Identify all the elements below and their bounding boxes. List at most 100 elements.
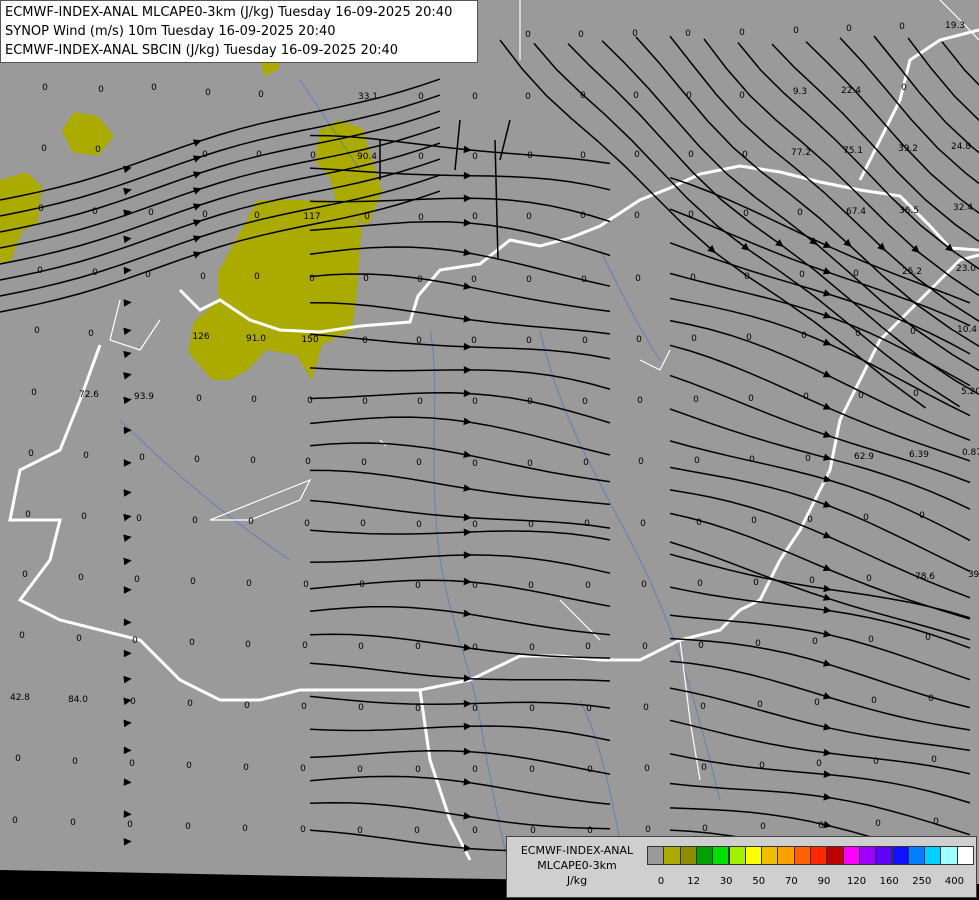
value-label: 0 bbox=[640, 519, 646, 529]
legend-swatch bbox=[647, 846, 665, 865]
value-label: 0 bbox=[248, 517, 254, 527]
value-label: 75.1 bbox=[843, 146, 863, 156]
value-label: 0 bbox=[76, 634, 82, 644]
value-label: 0 bbox=[189, 638, 195, 648]
value-label: 0 bbox=[416, 520, 422, 530]
value-label: 0 bbox=[809, 576, 815, 586]
value-label: 150 bbox=[301, 335, 318, 345]
value-label: 6.39 bbox=[909, 450, 929, 460]
value-label: 0 bbox=[472, 520, 478, 530]
value-label: 0 bbox=[363, 274, 369, 284]
value-label: 0 bbox=[418, 92, 424, 102]
value-label: 0 bbox=[92, 207, 98, 217]
legend-swatch bbox=[744, 846, 763, 865]
value-label: 0 bbox=[633, 91, 639, 101]
value-label: 0 bbox=[632, 29, 638, 39]
value-label: 0 bbox=[132, 636, 138, 646]
value-label: 0 bbox=[242, 824, 248, 834]
value-label: 0 bbox=[688, 210, 694, 220]
value-label: 25.2 bbox=[902, 267, 922, 277]
value-label: 0 bbox=[578, 30, 584, 40]
value-label: 24.8 bbox=[951, 142, 971, 152]
legend-tick-label: 12 bbox=[687, 876, 700, 887]
value-label: 0 bbox=[757, 700, 763, 710]
value-label: 0 bbox=[134, 575, 140, 585]
value-label: 0 bbox=[691, 334, 697, 344]
value-label: 0 bbox=[300, 764, 306, 774]
value-label: 93.9 bbox=[134, 392, 154, 402]
value-label: 0 bbox=[526, 275, 532, 285]
value-label: 0 bbox=[42, 83, 48, 93]
value-label: 0 bbox=[807, 515, 813, 525]
value-label: 23.0 bbox=[956, 264, 976, 274]
legend-swatch bbox=[761, 846, 779, 865]
value-label: 0 bbox=[641, 580, 647, 590]
value-label: 0 bbox=[472, 152, 478, 162]
value-label: 0 bbox=[243, 763, 249, 773]
value-label: 0 bbox=[415, 581, 421, 591]
value-label: 0 bbox=[586, 704, 592, 714]
value-label: 0 bbox=[130, 697, 136, 707]
value-label: 0 bbox=[139, 453, 145, 463]
value-label: 0 bbox=[361, 458, 367, 468]
value-label: 0 bbox=[194, 455, 200, 465]
value-label: 0 bbox=[364, 212, 370, 222]
value-label: 0 bbox=[686, 91, 692, 101]
value-label: 0 bbox=[304, 519, 310, 529]
value-label: 0 bbox=[129, 759, 135, 769]
value-label: 0 bbox=[250, 456, 256, 466]
value-label: 0 bbox=[529, 765, 535, 775]
value-label: 0.87 bbox=[962, 448, 979, 458]
legend-swatch bbox=[793, 846, 811, 865]
value-label: 0 bbox=[693, 395, 699, 405]
value-label: 0 bbox=[580, 91, 586, 101]
value-label: 0 bbox=[581, 275, 587, 285]
value-label: 0 bbox=[527, 151, 533, 161]
legend-swatch bbox=[777, 846, 795, 865]
legend-title-line-2: MLCAPE0-3km bbox=[537, 859, 617, 872]
value-label: 5.20 bbox=[961, 387, 979, 397]
value-label: 0 bbox=[645, 825, 651, 835]
value-label: 0 bbox=[205, 88, 211, 98]
legend-title-line-1: ECMWF-INDEX-ANAL bbox=[520, 844, 634, 857]
value-label: 0 bbox=[417, 275, 423, 285]
legend-swatch bbox=[712, 846, 730, 865]
value-label: 84.0 bbox=[68, 695, 88, 705]
value-label: 0 bbox=[28, 449, 34, 459]
title-line-wind: SYNOP Wind (m/s) 10m Tuesday 16-09-2025 … bbox=[5, 24, 336, 39]
value-label: 0 bbox=[415, 704, 421, 714]
legend-swatch bbox=[663, 846, 681, 865]
value-label: 0 bbox=[751, 516, 757, 526]
legend-swatch bbox=[875, 846, 893, 865]
value-label: 0 bbox=[185, 822, 191, 832]
value-label: 0 bbox=[301, 702, 307, 712]
value-label: 0 bbox=[70, 818, 76, 828]
value-label: 0 bbox=[925, 633, 931, 643]
map-background bbox=[0, 0, 979, 900]
value-label: 0 bbox=[525, 92, 531, 102]
value-label: 0 bbox=[805, 454, 811, 464]
value-label: 0 bbox=[901, 83, 907, 93]
value-label: 0 bbox=[634, 150, 640, 160]
value-label: 0 bbox=[81, 512, 87, 522]
value-label: 126 bbox=[192, 332, 209, 342]
value-label: 0 bbox=[472, 581, 478, 591]
value-label: 0 bbox=[812, 637, 818, 647]
value-label: 0 bbox=[690, 273, 696, 283]
legend-title: ECMWF-INDEX-ANAL MLCAPE0-3km J/kg bbox=[509, 843, 645, 888]
value-label: 0 bbox=[196, 394, 202, 404]
value-label: 0 bbox=[637, 396, 643, 406]
value-label: 0 bbox=[642, 642, 648, 652]
value-label: 0 bbox=[688, 150, 694, 160]
value-label: 0 bbox=[357, 765, 363, 775]
value-label: 0 bbox=[525, 30, 531, 40]
value-label: 0 bbox=[15, 754, 21, 764]
value-label: 0 bbox=[931, 755, 937, 765]
value-label: 62.9 bbox=[854, 452, 874, 462]
value-label: 0 bbox=[584, 519, 590, 529]
value-label: 117 bbox=[303, 212, 320, 222]
value-label: 0 bbox=[95, 145, 101, 155]
value-label: 0 bbox=[585, 642, 591, 652]
legend-tick-label: 30 bbox=[719, 876, 733, 887]
value-label: 0 bbox=[587, 765, 593, 775]
